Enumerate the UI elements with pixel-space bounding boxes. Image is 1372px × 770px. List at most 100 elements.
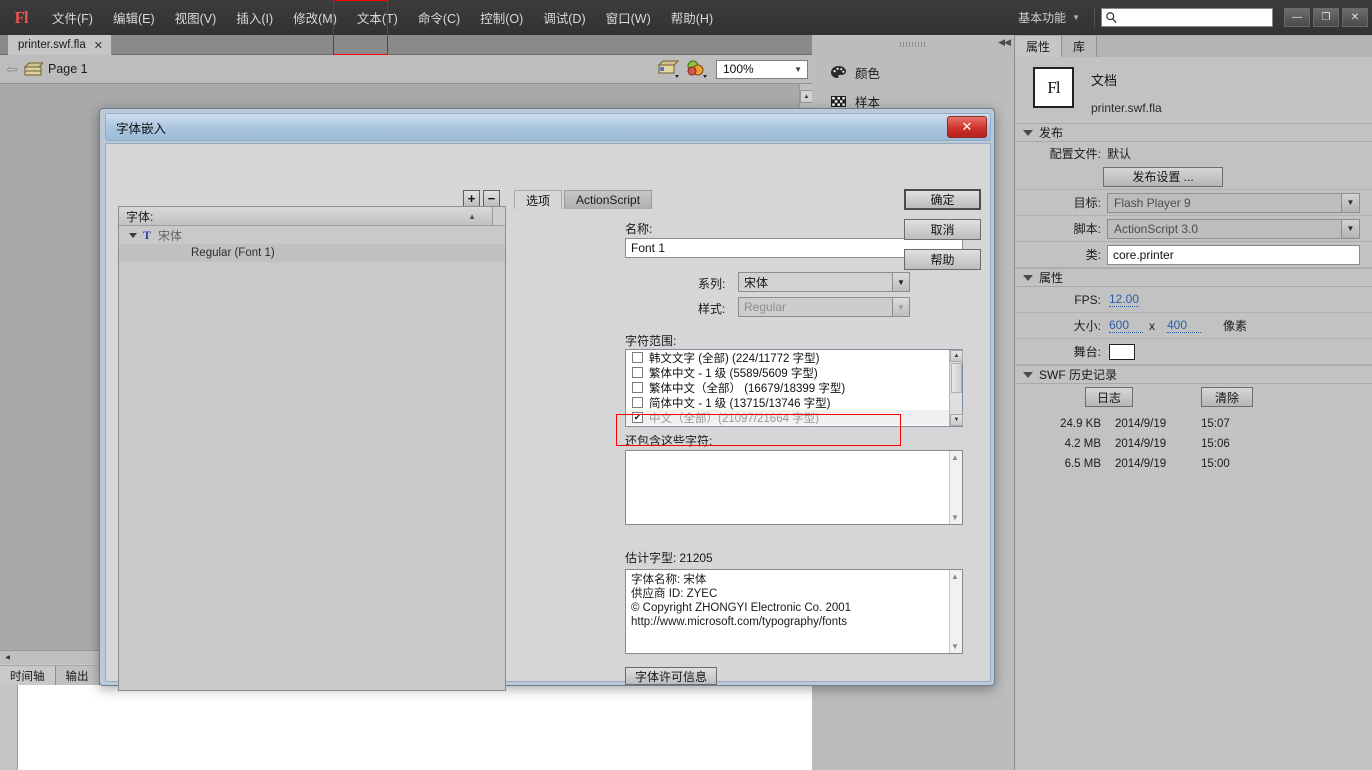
tab-properties[interactable]: 属性 [1015,36,1063,57]
checkbox-checked[interactable]: ✔ [632,412,643,423]
workspace-switcher-label[interactable]: 基本功能 [1014,9,1070,26]
clear-button[interactable]: 清除 [1201,387,1253,407]
collapse-panel-icon[interactable]: ◀◀ [998,37,1011,48]
char-range-item[interactable]: 繁体中文（全部） (16679/18399 字型) [626,380,962,395]
history-time: 15:07 [1201,418,1230,430]
family-select[interactable]: 宋体 ▼ [738,272,910,292]
section-properties[interactable]: 属性 [1015,268,1372,287]
cancel-button[interactable]: 取消 [904,219,981,240]
publish-settings-button[interactable]: 发布设置 ... [1103,166,1223,187]
remove-font-button[interactable]: − [483,190,500,207]
help-button[interactable]: 帮助 [904,249,981,270]
sort-ascending-icon[interactable]: ▲ [468,212,476,221]
menu-commands[interactable]: 命令(C) [408,0,470,35]
menu-view[interactable]: 视图(V) [165,0,227,35]
checkbox[interactable] [632,397,643,408]
style-select[interactable]: Regular ▼ [738,297,910,317]
stage-label: 舞台: [1073,345,1101,359]
section-publish-label: 发布 [1039,126,1064,140]
font-license-button[interactable]: 字体许可信息 [625,667,717,685]
size-width-value[interactable]: 600 [1109,318,1143,333]
window-controls: — ❐ ✕ [1281,8,1368,27]
tab-library[interactable]: 库 [1062,36,1098,57]
font-list-box[interactable]: 字体: ▲ T 宋体 Regular (Font 1) [118,206,506,691]
maximize-button[interactable]: ❐ [1313,8,1339,27]
ok-button[interactable]: 确定 [904,189,981,210]
font-list-header[interactable]: 字体: ▲ [119,207,505,226]
checkbox[interactable] [632,382,643,393]
menu-insert[interactable]: 插入(I) [226,0,283,35]
dock-item-color[interactable]: 颜色 [830,63,880,82]
scroll-up-icon[interactable]: ▲ [951,453,959,462]
menu-file[interactable]: 文件(F) [42,0,103,35]
panel-drag-grip[interactable] [900,42,926,47]
triangle-down-icon[interactable] [129,232,137,238]
fps-value[interactable]: 12.00 [1109,292,1140,307]
tab-timeline[interactable]: 时间轴 [0,666,56,685]
scroll-left-icon[interactable]: ◀ [2,652,13,663]
document-tab-printer[interactable]: printer.swf.fla ✕ [8,35,112,55]
dialog-title-bar[interactable]: 字体嵌入 ✕ [105,113,991,141]
style-label: 样式: [698,302,726,316]
font-list-row-child[interactable]: Regular (Font 1) [119,244,505,262]
timeline-panel-body[interactable] [17,685,812,770]
chevron-down-icon[interactable]: ▼ [1341,193,1359,212]
tab-options[interactable]: 选项 [514,190,563,209]
edit-scene-icon[interactable] [656,58,682,80]
scrollbar-thumb[interactable] [951,363,962,393]
log-button[interactable]: 日志 [1085,387,1133,407]
zoom-level-combo[interactable]: 100% ▼ [716,59,808,79]
chevron-down-icon[interactable]: ▼ [794,65,802,74]
font-info-scrollbar[interactable]: ▲ ▼ [949,570,962,653]
dialog-close-button[interactable]: ✕ [947,116,987,138]
close-button[interactable]: ✕ [1342,8,1368,27]
checkbox[interactable] [632,352,643,363]
menu-edit[interactable]: 编辑(E) [103,0,165,35]
menu-text[interactable]: 文本(T) [347,0,408,35]
checkbox[interactable] [632,367,643,378]
extra-characters-textarea[interactable]: ▲ ▼ [625,450,963,525]
section-publish[interactable]: 发布 [1015,123,1372,142]
scroll-up-icon[interactable]: ▲ [951,572,959,581]
script-select[interactable]: ActionScript 3.0 ▼ [1107,218,1360,239]
close-icon[interactable]: ✕ [94,39,103,52]
add-font-button[interactable]: + [463,190,480,207]
scroll-up-icon[interactable]: ▲ [950,350,963,362]
font-info-line: © Copyright ZHONGYI Electronic Co. 2001 [631,602,852,614]
edit-symbols-icon[interactable] [684,58,710,80]
char-range-item-selected[interactable]: ✔ 中文（全部）(21097/21664 字型) [626,410,962,425]
char-range-scrollbar[interactable]: ▲ ▼ [949,350,963,426]
minimize-button[interactable]: — [1284,8,1310,27]
stage-color-swatch[interactable] [1109,343,1135,360]
history-size: 4.2 MB [1064,438,1101,450]
divider [1094,7,1095,28]
char-range-item[interactable]: 韩文文字 (全部) (224/11772 字型) [626,350,962,365]
char-range-list[interactable]: ▲ ▼ 韩文文字 (全部) (224/11772 字型) 繁体中文 - 1 级 … [625,349,963,427]
size-height-value[interactable]: 400 [1167,318,1201,333]
tab-actionscript[interactable]: ActionScript [564,190,653,209]
scroll-down-icon[interactable]: ▼ [950,414,963,426]
section-swf-history[interactable]: SWF 历史记录 [1015,365,1372,384]
tab-output[interactable]: 输出 [55,666,100,685]
menu-control[interactable]: 控制(O) [470,0,533,35]
menu-window[interactable]: 窗口(W) [596,0,661,35]
menu-modify[interactable]: 修改(M) [283,0,347,35]
menu-debug[interactable]: 调试(D) [533,0,595,35]
target-select[interactable]: Flash Player 9 ▼ [1107,192,1360,213]
chevron-down-icon[interactable]: ▼ [1072,13,1080,22]
chevron-down-icon[interactable]: ▼ [892,273,909,291]
chevron-down-icon[interactable]: ▼ [1341,219,1359,238]
scroll-down-icon[interactable]: ▼ [951,513,959,522]
class-input[interactable]: core.printer [1107,244,1360,265]
search-input[interactable] [1118,10,1268,25]
scroll-down-icon[interactable]: ▼ [951,642,959,651]
menu-help[interactable]: 帮助(H) [661,0,723,35]
char-range-item[interactable]: 简体中文 - 1 级 (13715/13746 字型) [626,395,962,410]
extra-characters-scrollbar[interactable]: ▲ ▼ [949,451,962,524]
search-box[interactable] [1101,8,1273,27]
font-list-row-root[interactable]: T 宋体 [119,226,505,244]
back-arrow-icon[interactable]: ⇦ [0,61,24,78]
char-range-item[interactable]: 繁体中文 - 1 级 (5589/5609 字型) [626,365,962,380]
font-info-box[interactable]: ▲ ▼ 字体名称: 宋体 供应商 ID: ZYEC © Copyright ZH… [625,569,963,654]
triangle-down-icon [1023,274,1033,281]
